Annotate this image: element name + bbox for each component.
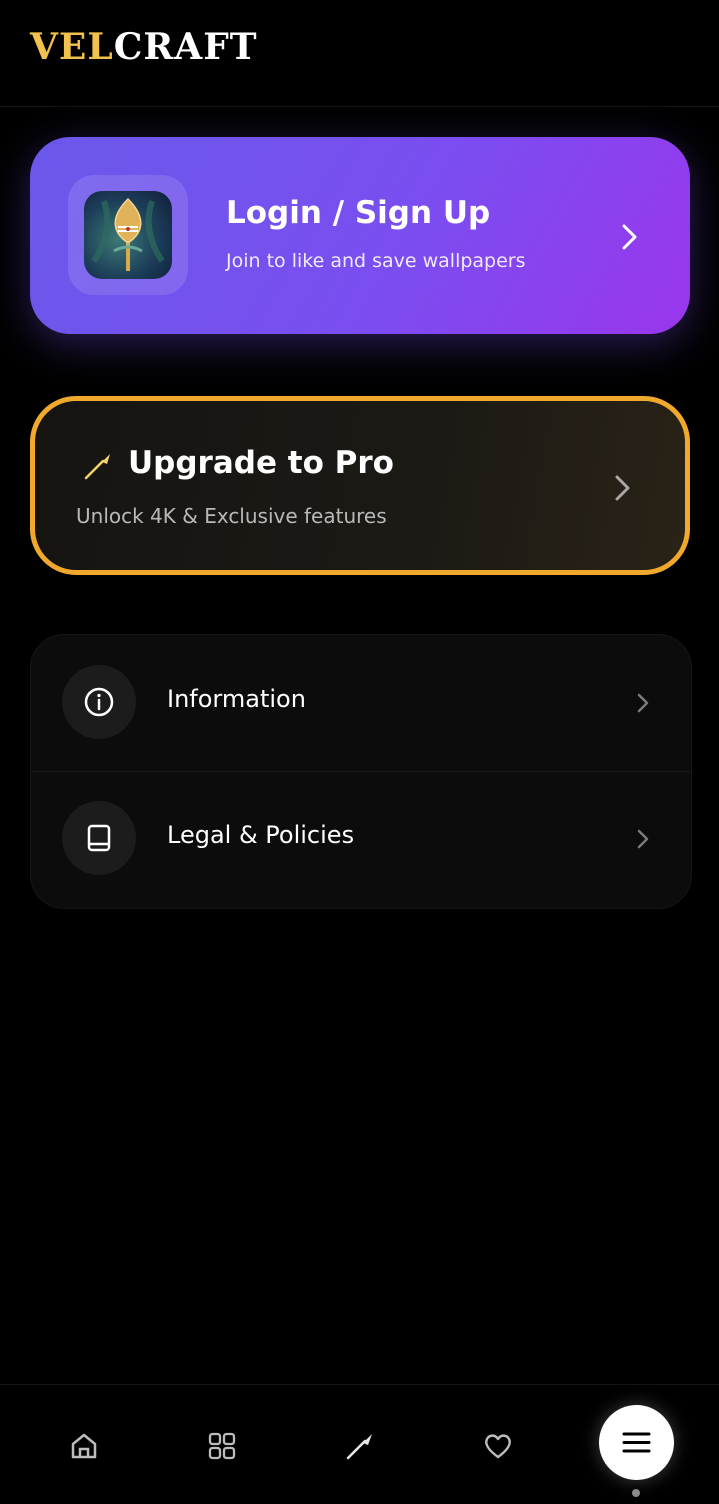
upgrade-pro-card[interactable]: Upgrade to Pro Unlock 4K & Exclusive fea… [30,396,690,575]
book-icon-wrap [62,801,136,875]
menu-item-legal-policies[interactable]: Legal & Policies [31,771,691,907]
menu-item-label: Legal & Policies [167,821,355,849]
brand-logo-part2: CRAFT [113,26,258,68]
home-icon [71,1433,97,1459]
brand-logo: VELCRAFT [30,26,258,68]
nav-favorites-button[interactable] [467,1415,527,1475]
nav-menu-button[interactable] [599,1405,674,1480]
login-subtitle: Join to like and save wallpapers [226,250,526,272]
menu-item-label: Information [167,685,306,713]
chevron-right-icon [637,829,649,849]
login-title: Login / Sign Up [226,195,491,231]
settings-menu: Information Legal & Policies [30,634,692,909]
info-icon-wrap [62,665,136,739]
grid-icon [208,1432,236,1460]
brand-logo-part1: VEL [30,26,114,68]
spear-icon [346,1434,372,1460]
spear-icon [84,454,110,480]
chevron-right-icon [637,693,649,713]
heart-icon [485,1434,511,1459]
nav-home-button[interactable] [53,1415,113,1475]
bottom-navigation [0,1384,719,1504]
app-header: VELCRAFT [0,0,719,107]
app-logo-icon [84,191,172,279]
menu-item-information[interactable]: Information [31,635,691,772]
nav-categories-button[interactable] [191,1415,251,1475]
info-icon [84,687,114,717]
chevron-right-icon [615,475,630,501]
login-signup-card[interactable]: Login / Sign Up Join to like and save wa… [30,137,690,334]
menu-icon [622,1432,651,1453]
upgrade-pro-title: Upgrade to Pro [128,445,394,481]
chevron-right-icon [622,224,637,250]
app-logo-tile [68,175,188,295]
active-indicator-dot [632,1489,640,1497]
upgrade-pro-subtitle: Unlock 4K & Exclusive features [76,504,387,528]
nav-vel-button[interactable] [329,1415,389,1475]
book-icon [87,824,111,852]
